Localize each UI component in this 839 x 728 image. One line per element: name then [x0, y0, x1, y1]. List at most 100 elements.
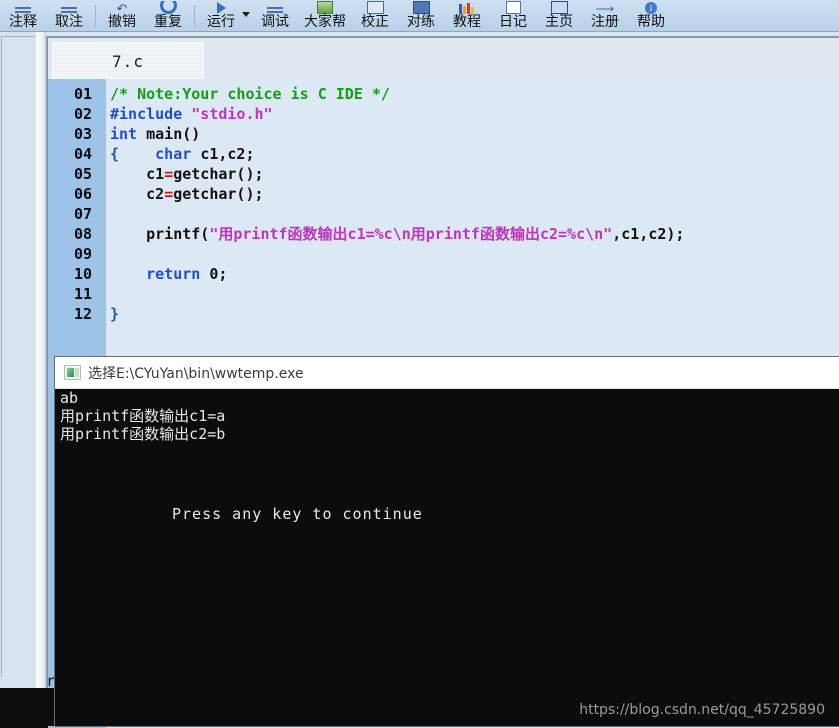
code-line-source: { char c1,c2; — [110, 144, 255, 164]
toolbar-button-调试[interactable]: 调试 — [252, 0, 298, 31]
code-token: int — [110, 125, 147, 143]
toolbar-button-label: 调试 — [261, 14, 289, 30]
redo-circle-icon — [157, 1, 179, 14]
line-number: 11 — [73, 285, 92, 303]
code-line[interactable]: 09 — [48, 244, 839, 264]
toolbar-button-label: 注释 — [9, 14, 37, 30]
code-line[interactable]: 11 — [48, 284, 839, 304]
code-token: } — [110, 305, 120, 323]
toolbar-button-label: 对练 — [407, 14, 435, 30]
toolbar-button-校正[interactable]: 校正 — [352, 0, 398, 31]
code-token: main() — [146, 125, 201, 143]
toolbar-button-重复[interactable]: 重复 — [145, 0, 191, 31]
console-titlebar[interactable]: 选择E:\CYuYan\bin\wwtemp.exe — [55, 357, 839, 389]
toolbar-button-大家帮[interactable]: 大家帮 — [298, 0, 352, 31]
console-output-area[interactable]: ab 用printf函数输出c1=a 用printf函数输出c2=b Press a… — [55, 389, 839, 726]
console-title-text: 选择E:\CYuYan\bin\wwtemp.exe — [88, 365, 304, 382]
debug-icon — [264, 1, 286, 14]
code-token: char — [155, 145, 201, 163]
code-token: /* Note:Your choice is C IDE */ — [110, 85, 390, 103]
code-line-source: printf("用printf函数输出c1=%c\n用printf函数输出c2=… — [110, 224, 684, 244]
uncomment-lines-icon — [58, 1, 80, 14]
editor-tabbar: 7.c — [48, 38, 839, 79]
toolbar-button-注释[interactable]: 注释 — [0, 0, 46, 31]
toolbar-button-撤销[interactable]: ↶ 撤销 — [99, 0, 145, 31]
code-line[interactable]: 10 return 0; — [48, 264, 839, 284]
code-line-source: /* Note:Your choice is C IDE */ — [110, 84, 390, 104]
console-window[interactable]: 选择E:\CYuYan\bin\wwtemp.exe ab 用printf函数输出… — [55, 357, 839, 726]
code-line[interactable]: 08 printf("用printf函数输出c1=%c\n用printf函数输出… — [48, 224, 839, 244]
code-line-source: int main() — [110, 124, 200, 144]
toolbar-button-注册[interactable]: ⟶ 注册 — [582, 0, 628, 31]
toolbar-button-label: 大家帮 — [304, 14, 346, 30]
toolbar-button-教程[interactable]: 教程 — [444, 0, 490, 31]
console-press-any-key: Press any key to continue — [172, 505, 423, 523]
practice-icon — [410, 1, 432, 14]
code-token: 0; — [209, 265, 228, 283]
code-line-source: return 0; — [110, 264, 227, 284]
code-token: = — [164, 185, 174, 203]
toolbar-button-label: 注册 — [591, 14, 619, 30]
code-line[interactable]: 07 — [48, 204, 839, 224]
toolbar-button-帮助[interactable]: i 帮助 — [628, 0, 674, 31]
code-token: c1,c2; — [200, 145, 255, 163]
line-number: 12 — [73, 305, 92, 323]
line-number: 03 — [73, 125, 92, 143]
pane-divider[interactable] — [36, 32, 46, 726]
line-number: 08 — [73, 225, 92, 243]
code-line[interactable]: 04 { char c1,c2; — [48, 144, 839, 164]
code-token: #include — [110, 105, 192, 123]
diary-icon — [502, 1, 524, 14]
code-token: getchar(); — [173, 185, 264, 203]
code-line[interactable]: 06 c2=getchar(); — [48, 184, 839, 204]
tab-7-c[interactable]: 7.c — [52, 42, 204, 79]
tutorial-bars-icon — [456, 1, 478, 14]
line-number: 02 — [73, 105, 92, 123]
code-line[interactable]: 01 /* Note:Your choice is C IDE */ — [48, 84, 839, 104]
console-app-icon — [64, 365, 81, 380]
code-token: = — [164, 165, 174, 183]
code-token: { — [110, 145, 120, 163]
comment-lines-icon — [12, 1, 34, 14]
toolbar-button-对练[interactable]: 对练 — [398, 0, 444, 31]
code-token: printf( — [110, 225, 210, 243]
code-line-source: } — [110, 304, 119, 324]
code-token: return — [146, 265, 210, 283]
line-number: 07 — [73, 205, 92, 223]
code-lines[interactable]: 01 /* Note:Your choice is C IDE */ 02 #incl… — [48, 84, 839, 324]
code-line-source: c1=getchar(); — [110, 164, 263, 184]
toolbar-button-label: 主页 — [545, 14, 573, 30]
code-token: c1 — [110, 165, 165, 183]
line-number: 04 — [73, 145, 92, 163]
line-number: 05 — [73, 165, 92, 183]
toolbar-button-label: 日记 — [499, 14, 527, 30]
community-help-icon — [314, 1, 336, 14]
undo-arrow-icon: ↶ — [116, 1, 128, 14]
homepage-icon — [548, 1, 570, 14]
code-line[interactable]: 02 #include "stdio.h" — [48, 104, 839, 124]
left-side-panel — [0, 32, 37, 726]
toolbar-button-日记[interactable]: 日记 — [490, 0, 536, 31]
line-number: 06 — [73, 185, 92, 203]
code-line[interactable]: 12} — [48, 304, 839, 324]
code-line[interactable]: 05 c1=getchar(); — [48, 164, 839, 184]
code-token: ,c1,c2); — [612, 225, 685, 243]
tab-label: 7.c — [112, 51, 144, 71]
code-line-source: c2=getchar(); — [110, 184, 264, 204]
toolbar-button-取注[interactable]: 取注 — [46, 0, 92, 31]
line-number: 01 — [73, 85, 92, 103]
console-output-line: 用printf函数输出c2=b — [60, 425, 226, 443]
code-line[interactable]: 03 int main() — [48, 124, 839, 144]
toolbar-button-运行[interactable]: 运行 — [198, 0, 244, 31]
toolbar-button-label: 运行 — [207, 14, 235, 30]
correct-icon — [364, 1, 386, 14]
register-icon: ⟶ — [595, 1, 615, 14]
main-toolbar: 注释 取注 ↶ 撤销 重复 运行 调试 大家帮 校正 对练 教程 日记 主页 ⟶ 注册 i 帮助 — [0, 0, 839, 32]
left-side-panel-inner — [1, 36, 35, 677]
run-play-icon — [210, 1, 232, 14]
toolbar-button-主页[interactable]: 主页 — [536, 0, 582, 31]
code-token: "用printf函数输出c1=%c\n用printf函数输出c2=%c\n" — [209, 225, 613, 243]
toolbar-button-label: 校正 — [361, 14, 389, 30]
